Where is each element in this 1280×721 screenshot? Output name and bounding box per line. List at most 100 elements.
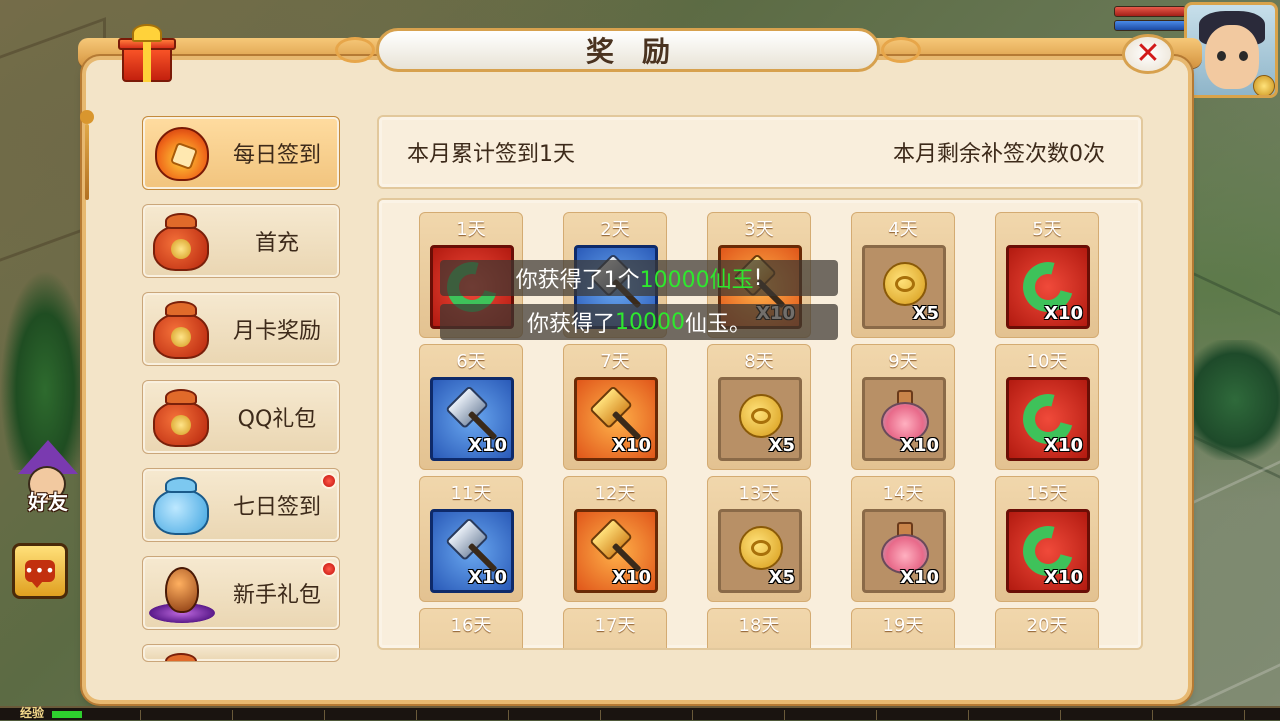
- hp-bar: [1114, 6, 1186, 17]
- tab-label: QQ礼包: [237, 407, 317, 432]
- money-bag-icon: [149, 387, 215, 449]
- close-button[interactable]: ✕: [1122, 34, 1174, 74]
- jade-ring-item[interactable]: X10: [1006, 245, 1090, 329]
- gift-box-icon: [116, 22, 178, 84]
- bag-top: [165, 477, 197, 493]
- friends-button[interactable]: 好友: [12, 440, 82, 516]
- jade-ring-item[interactable]: X10: [1006, 509, 1090, 593]
- tab-partial[interactable]: [142, 644, 340, 662]
- item-quantity: X10: [900, 435, 939, 456]
- experience-fill: [52, 711, 82, 718]
- tab-seven-day-sign-in[interactable]: 七日签到: [142, 468, 340, 542]
- experience-tick: [324, 710, 325, 720]
- notification-dot: [321, 561, 337, 577]
- day-label: 10天: [1026, 351, 1068, 372]
- money-bag-icon: [149, 211, 215, 273]
- experience-tick: [692, 710, 693, 720]
- tassel-ornament: [80, 80, 94, 200]
- item-quantity: X10: [1044, 303, 1083, 324]
- toast-text: 你获得了1个: [515, 268, 640, 293]
- gold-axe-item[interactable]: X10: [574, 377, 658, 461]
- experience-tick: [140, 710, 141, 720]
- tab-daily-sign-in[interactable]: 每日签到: [142, 116, 340, 190]
- gift-box-bow: [132, 24, 162, 42]
- day-label: 1天: [456, 219, 486, 240]
- day-label: 5天: [1032, 219, 1062, 240]
- gold-axe-item[interactable]: X10: [574, 509, 658, 593]
- reward-cell[interactable]: 14天 X10: [851, 476, 955, 602]
- toast-text: 你获得了: [526, 312, 615, 337]
- toast-highlight: 10000: [615, 309, 685, 335]
- chat-button[interactable]: •••: [12, 543, 68, 599]
- reward-cell[interactable]: 12天 X10: [563, 476, 667, 602]
- reward-cell[interactable]: 9天 X10: [851, 344, 955, 470]
- reward-cell[interactable]: 20天: [995, 608, 1099, 648]
- experience-label: 经验: [20, 706, 45, 720]
- gold-coin-icon: [739, 394, 783, 438]
- day-label: 15天: [1026, 483, 1068, 504]
- item-quantity: X10: [612, 567, 651, 588]
- day-label: 12天: [594, 483, 636, 504]
- gold-coin-icon: [883, 262, 927, 306]
- toast-text: !: [753, 265, 763, 291]
- item-quantity: X10: [612, 435, 651, 456]
- monthly-sign-in-count: 本月累计签到1天: [407, 142, 575, 167]
- coin-item[interactable]: X5: [862, 245, 946, 329]
- coin-item[interactable]: X5: [718, 377, 802, 461]
- bag-top: [165, 653, 197, 661]
- experience-bar: 经验: [0, 706, 1280, 720]
- egg-icon: [149, 563, 215, 625]
- reward-cell[interactable]: 19天: [851, 608, 955, 648]
- day-label: 18天: [738, 615, 780, 636]
- avatar-face: [1205, 25, 1259, 89]
- reward-cell[interactable]: 17天: [563, 608, 667, 648]
- close-icon: ✕: [1135, 36, 1161, 71]
- potion-item[interactable]: X10: [862, 377, 946, 461]
- experience-tick: [600, 710, 601, 720]
- tab-first-recharge[interactable]: 首充: [142, 204, 340, 278]
- silver-axe-item[interactable]: X10: [430, 377, 514, 461]
- day-label: 9天: [888, 351, 918, 372]
- flame-badge-icon: [149, 123, 215, 185]
- reward-cell[interactable]: 4天 X5: [851, 212, 955, 338]
- coin-item[interactable]: X5: [718, 509, 802, 593]
- tab-label: 每日签到: [232, 143, 321, 168]
- day-label: 19天: [882, 615, 924, 636]
- reward-cell[interactable]: 13天 X5: [707, 476, 811, 602]
- tab-label: 首充: [254, 231, 299, 256]
- reward-cell[interactable]: 15天 X10: [995, 476, 1099, 602]
- item-quantity: X5: [768, 567, 795, 588]
- reward-toast: 你获得了1个 10000仙玉!: [440, 260, 838, 296]
- day-label: 2天: [600, 219, 630, 240]
- experience-tick: [968, 710, 969, 720]
- friends-label: 好友: [28, 490, 68, 514]
- tab-newbie-gift[interactable]: 新手礼包: [142, 556, 340, 630]
- silver-axe-item[interactable]: X10: [430, 509, 514, 593]
- item-quantity: X10: [900, 567, 939, 588]
- egg-shape: [165, 567, 199, 613]
- reward-cell[interactable]: 16天: [419, 608, 523, 648]
- potion-item[interactable]: X10: [862, 509, 946, 593]
- jade-ring-item[interactable]: X10: [1006, 377, 1090, 461]
- reward-cell[interactable]: 8天 X5: [707, 344, 811, 470]
- cloud-ornament-left: [335, 37, 375, 63]
- reward-cell[interactable]: 11天 X10: [419, 476, 523, 602]
- reward-cell[interactable]: 10天 X10: [995, 344, 1099, 470]
- day-label: 11天: [450, 483, 492, 504]
- day-label: 13天: [738, 483, 780, 504]
- reward-cell[interactable]: 18天: [707, 608, 811, 648]
- tab-label: 七日签到: [232, 495, 321, 520]
- reward-toast: 你获得了 10000 仙玉。: [440, 304, 838, 340]
- item-quantity: X10: [468, 435, 507, 456]
- bag-top: [165, 213, 197, 229]
- reward-cell[interactable]: 7天 X10: [563, 344, 667, 470]
- item-quantity: X5: [768, 435, 795, 456]
- tab-qq-gift[interactable]: QQ礼包: [142, 380, 340, 454]
- tab-monthly-card[interactable]: 月卡奖励: [142, 292, 340, 366]
- toast-text: 仙玉。: [685, 312, 752, 337]
- day-label: 16天: [450, 615, 492, 636]
- blue-bag-icon: [149, 475, 215, 537]
- reward-cell[interactable]: 5天 X10: [995, 212, 1099, 338]
- reward-cell[interactable]: 6天 X10: [419, 344, 523, 470]
- experience-tick: [1152, 710, 1153, 720]
